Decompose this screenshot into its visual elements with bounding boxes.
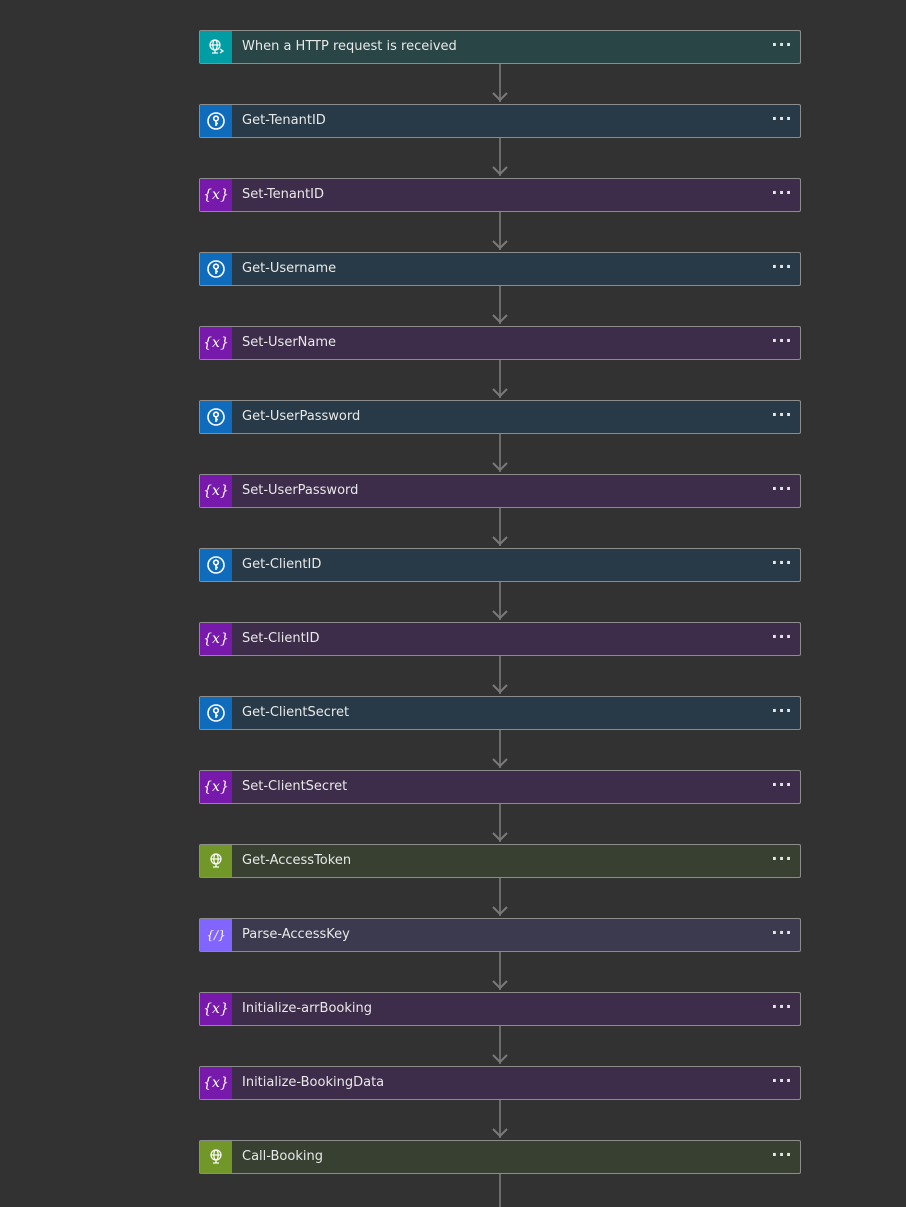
variable-icon: {x}	[200, 623, 232, 655]
flow-step-card[interactable]: {x} Set-ClientSecret ···	[199, 770, 801, 804]
more-options-button[interactable]: ···	[764, 401, 800, 433]
more-options-button[interactable]: ···	[764, 549, 800, 581]
flow-step-title: Get-TenantID	[242, 113, 326, 128]
variable-icon: {x}	[200, 1067, 232, 1099]
request-globe-icon	[200, 31, 232, 63]
flow-arrow-icon	[492, 92, 508, 102]
flow-arrow-icon	[492, 240, 508, 250]
flow-step-title: Get-ClientID	[242, 557, 322, 572]
flow-arrow-icon	[492, 1054, 508, 1064]
flow-arrow-icon	[492, 166, 508, 176]
more-options-button[interactable]: ···	[764, 253, 800, 285]
workflow-designer-canvas: When a HTTP request is received ··· Get-Te…	[0, 0, 906, 1207]
key-vault-icon	[200, 253, 232, 285]
flow-step-title: Parse-AccessKey	[242, 927, 350, 942]
flow-step-title: Set-UserName	[242, 335, 337, 350]
flow-arrow-icon	[492, 1128, 508, 1138]
flow-arrow-icon	[492, 832, 508, 842]
variable-icon: {x}	[200, 993, 232, 1025]
flow-step-card[interactable]: Get-UserPassword ···	[199, 400, 801, 434]
flow-step-title: Get-UserPassword	[242, 409, 361, 424]
flow-step-title: Get-ClientSecret	[242, 705, 350, 720]
more-options-button[interactable]: ···	[764, 697, 800, 729]
variable-icon: {x}	[200, 771, 232, 803]
flow-arrow-icon	[492, 388, 508, 398]
variable-icon: {x}	[200, 327, 232, 359]
flow-step-title: Set-TenantID	[242, 187, 324, 202]
flow-step-card[interactable]: {x} Initialize-arrBooking ···	[199, 992, 801, 1026]
flow-step-card[interactable]: {x} Initialize-BookingData ···	[199, 1066, 801, 1100]
flow-arrow-icon	[492, 462, 508, 472]
more-options-button[interactable]: ···	[764, 1067, 800, 1099]
flow-step-title: When a HTTP request is received	[242, 39, 457, 54]
more-options-button[interactable]: ···	[764, 771, 800, 803]
flow-step-card[interactable]: Call-Booking ···	[199, 1140, 801, 1174]
flow-step-card[interactable]: {x} Set-TenantID ···	[199, 178, 801, 212]
key-vault-icon	[200, 697, 232, 729]
flow-step-card[interactable]: {x} Set-UserPassword ···	[199, 474, 801, 508]
flow-step-title: Call-Booking	[242, 1149, 323, 1164]
http-globe-icon	[200, 1141, 232, 1173]
flow-step-title: Get-Username	[242, 261, 337, 276]
flow-step-title: Initialize-arrBooking	[242, 1001, 372, 1016]
more-options-button[interactable]: ···	[764, 475, 800, 507]
key-vault-icon	[200, 549, 232, 581]
more-options-button[interactable]: ···	[764, 993, 800, 1025]
key-vault-icon	[200, 105, 232, 137]
flow-arrow-icon	[492, 610, 508, 620]
flow-step-title: Set-UserPassword	[242, 483, 359, 498]
flow-step-card[interactable]: Get-TenantID ···	[199, 104, 801, 138]
flow-step-card[interactable]: When a HTTP request is received ···	[199, 30, 801, 64]
more-options-button[interactable]: ···	[764, 327, 800, 359]
more-options-button[interactable]: ···	[764, 179, 800, 211]
flow-step-card[interactable]: Get-AccessToken ···	[199, 844, 801, 878]
flow-arrow-icon	[492, 536, 508, 546]
key-vault-icon	[200, 401, 232, 433]
flow-arrow-icon	[492, 684, 508, 694]
variable-icon: {x}	[200, 179, 232, 211]
flow-step-title: Set-ClientSecret	[242, 779, 348, 794]
flow-arrow-icon	[492, 906, 508, 916]
flow-arrow-icon	[492, 314, 508, 324]
more-options-button[interactable]: ···	[764, 623, 800, 655]
flow-step-card[interactable]: Get-Username ···	[199, 252, 801, 286]
more-options-button[interactable]: ···	[764, 105, 800, 137]
more-options-button[interactable]: ···	[764, 845, 800, 877]
flow-connector	[499, 1174, 501, 1207]
more-options-button[interactable]: ···	[764, 31, 800, 63]
flow-arrow-icon	[492, 758, 508, 768]
flow-step-title: Set-ClientID	[242, 631, 320, 646]
flow-step-card[interactable]: {∕} Parse-AccessKey ···	[199, 918, 801, 952]
more-options-button[interactable]: ···	[764, 1141, 800, 1173]
flow-step-card[interactable]: {x} Set-UserName ···	[199, 326, 801, 360]
flow-step-title: Get-AccessToken	[242, 853, 352, 868]
flow-step-title: Initialize-BookingData	[242, 1075, 385, 1090]
variable-icon: {x}	[200, 475, 232, 507]
more-options-button[interactable]: ···	[764, 919, 800, 951]
http-globe-icon	[200, 845, 232, 877]
flow-arrow-icon	[492, 980, 508, 990]
flow-step-card[interactable]: {x} Set-ClientID ···	[199, 622, 801, 656]
flow-step-card[interactable]: Get-ClientSecret ···	[199, 696, 801, 730]
flow-step-card[interactable]: Get-ClientID ···	[199, 548, 801, 582]
parse-json-icon: {∕}	[200, 919, 232, 951]
